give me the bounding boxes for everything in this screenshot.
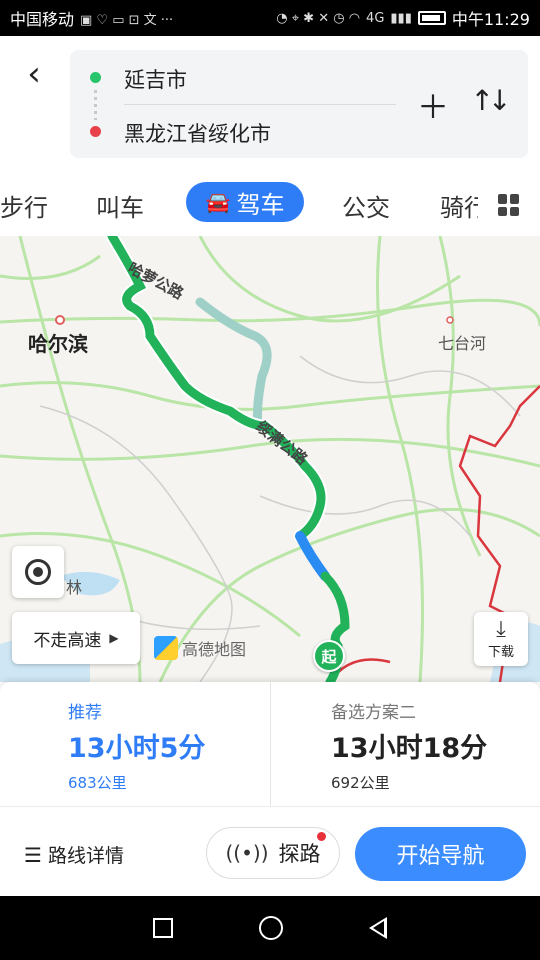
route-plan-alternative[interactable]: 备选方案二 13小时18分 692公里 (270, 682, 540, 806)
status-left: 中国移动 ▣ ♡ ▭ ⊡ 文 ··· (10, 6, 173, 30)
route-header: ‹ 延吉市 黑龙江省绥化市 ＋ ↑↓ 步行 叫车 🚘 驾车 公交 骑行 (0, 36, 540, 236)
start-navigation-button[interactable]: 开始导航 (355, 827, 526, 881)
battery-icon (417, 11, 446, 25)
back-button[interactable]: ‹ (14, 54, 54, 94)
end-point-field[interactable]: 黑龙江省绥化市 (124, 118, 271, 148)
list-icon: ☰ (24, 842, 42, 867)
caret-right-icon: ▶ (109, 631, 119, 645)
bottom-action-bar: ☰ 路线详情 ((•)) 探路 开始导航 (0, 806, 540, 896)
download-icon: ⤓ (496, 616, 506, 642)
carrier-label: 中国移动 (10, 10, 75, 29)
route-plan-recommended[interactable]: 推荐 13小时5分 683公里 (0, 682, 270, 806)
amap-logo-text: 高德地图 (182, 640, 247, 659)
explore-label: 探路 (278, 842, 321, 866)
plan-tag: 推荐 (68, 703, 102, 723)
route-detail-label: 路线详情 (47, 845, 124, 867)
tab-taxi[interactable]: 叫车 (96, 188, 144, 223)
plan-duration: 13小时5分 (68, 733, 206, 764)
travel-mode-tabs: 步行 叫车 🚘 驾车 公交 骑行 (0, 182, 540, 226)
avoid-highway-label: 不走高速 (33, 630, 102, 651)
tab-drive[interactable]: 🚘 驾车 (186, 182, 304, 222)
route-input-box: 延吉市 黑龙江省绥化市 ＋ ↑↓ (70, 50, 528, 158)
broadcast-icon: ((•)) (225, 841, 269, 865)
clock-label: 中午11:29 (451, 10, 530, 29)
connector-dots (94, 90, 97, 120)
amap-logo: 高德地图 (154, 636, 246, 660)
locate-me-button[interactable] (12, 546, 64, 598)
city-label-qitaihe[interactable]: 七台河 (438, 330, 486, 354)
status-right: ◔ ⌖ ✱ ✕ ◷ ◠ 4G ▮▮▮ 中午11:29 (276, 6, 530, 30)
start-marker[interactable]: 起 (313, 640, 345, 672)
plan-tag: 备选方案二 (331, 703, 416, 723)
add-waypoint-button[interactable]: ＋ (416, 82, 450, 128)
system-icons: ◔ ⌖ ✱ ✕ ◷ ◠ (276, 10, 361, 26)
tab-drive-label: 驾车 (236, 190, 285, 219)
tab-walk[interactable]: 步行 (0, 188, 48, 223)
city-label-harbin[interactable]: 哈尔滨 (28, 328, 88, 357)
harbin-pin-icon (55, 315, 65, 325)
download-map-button[interactable]: ⤓ 下载 (474, 612, 528, 666)
amap-logo-icon (154, 636, 178, 660)
avoid-highway-button[interactable]: 不走高速 ▶ (12, 612, 140, 664)
notification-dot (317, 832, 326, 841)
plan-distance: 692公里 (331, 774, 390, 792)
start-point-field[interactable]: 延吉市 (124, 64, 187, 94)
more-modes-grid-icon[interactable] (498, 194, 520, 216)
swap-route-button[interactable]: ↑↓ (470, 84, 512, 117)
tab-bike[interactable]: 骑行 (440, 188, 478, 223)
status-bar: 中国移动 ▣ ♡ ▭ ⊡ 文 ··· ◔ ⌖ ✱ ✕ ◷ ◠ 4G ▮▮▮ 中午… (0, 0, 540, 36)
end-dot-icon (90, 126, 101, 137)
home-icon[interactable] (259, 916, 283, 940)
network-label: 4G (366, 10, 385, 26)
explore-road-button[interactable]: ((•)) 探路 (206, 827, 340, 879)
back-triangle-icon[interactable] (369, 917, 387, 939)
city-label-lin: 林 (66, 578, 83, 597)
notification-icons: ▣ ♡ ▭ ⊡ 文 ··· (80, 12, 174, 28)
start-dot-icon (90, 72, 101, 83)
tab-bus[interactable]: 公交 (342, 188, 390, 223)
car-icon: 🚘 (205, 190, 231, 214)
route-detail-button[interactable]: ☰ 路线详情 (24, 841, 124, 868)
plan-distance: 683公里 (68, 774, 127, 792)
qitaihe-pin-icon (446, 316, 454, 324)
route-divider (124, 104, 396, 105)
map-view[interactable]: 哈尔滨 七台河 林 哈萝公路 绥满公路 不走高速 ▶ 高德地图 ⤓ 下载 起 (0, 236, 540, 682)
system-nav-bar (0, 896, 540, 960)
route-plans-panel: 推荐 13小时5分 683公里 备选方案二 13小时18分 692公里 (0, 682, 540, 806)
download-label: 下载 (487, 644, 514, 660)
plan-duration: 13小时18分 (331, 733, 488, 764)
crosshair-icon (25, 559, 51, 585)
app-root: 中国移动 ▣ ♡ ▭ ⊡ 文 ··· ◔ ⌖ ✱ ✕ ◷ ◠ 4G ▮▮▮ 中午… (0, 0, 540, 960)
chevron-left-icon: ‹ (27, 54, 41, 94)
signal-icon: ▮▮▮ (390, 10, 412, 26)
recent-apps-icon[interactable] (153, 918, 173, 938)
